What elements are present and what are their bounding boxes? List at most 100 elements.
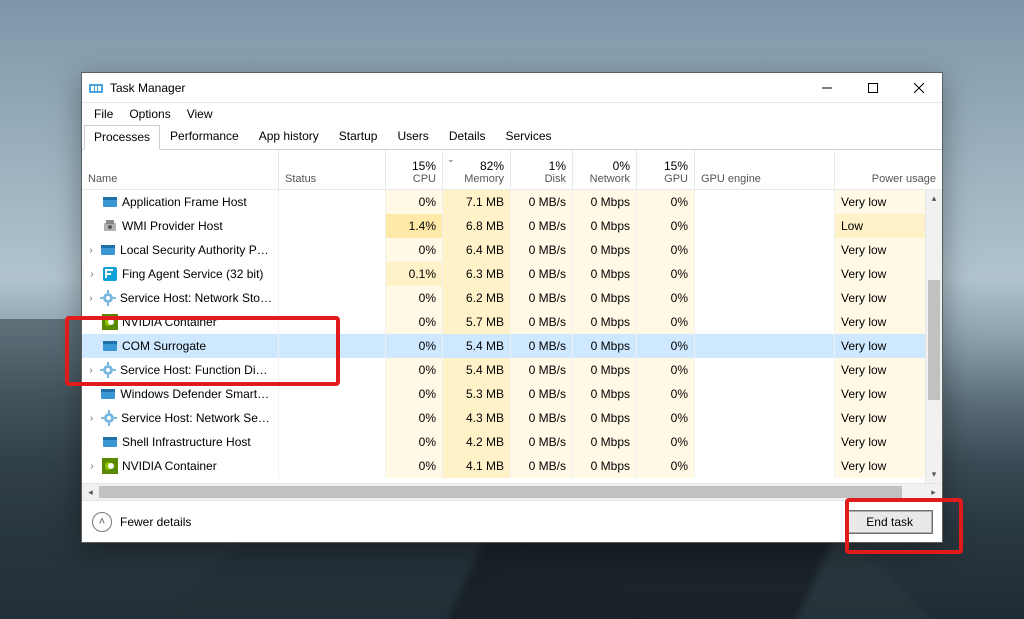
process-name: Service Host: Network Service [121, 411, 272, 425]
header-power-usage[interactable]: Power usage [835, 150, 942, 189]
expand-icon[interactable]: › [86, 461, 98, 472]
cell-gpu: 0% [637, 454, 695, 478]
cell-cpu: 0% [386, 286, 443, 310]
table-row[interactable]: NVIDIA Container0%5.7 MB0 MB/s0 Mbps0%Ve… [82, 310, 942, 334]
menu-file[interactable]: File [88, 105, 119, 123]
process-name: Windows Defender SmartScreen [120, 387, 272, 401]
cell-memory: 4.1 MB [443, 454, 511, 478]
tab-services[interactable]: Services [496, 124, 562, 149]
cell-network: 0 Mbps [573, 334, 637, 358]
cell-gpu: 0% [637, 382, 695, 406]
table-row[interactable]: COM Surrogate0%5.4 MB0 MB/s0 Mbps0%Very … [82, 334, 942, 358]
fewer-details-label: Fewer details [120, 515, 191, 529]
table-row[interactable]: WMI Provider Host1.4%6.8 MB0 MB/s0 Mbps0… [82, 214, 942, 238]
table-row[interactable]: ›Local Security Authority Process...0%6.… [82, 238, 942, 262]
expand-icon[interactable]: › [86, 245, 96, 256]
header-gpu[interactable]: 15%GPU [637, 150, 695, 189]
cell-cpu: 0.1% [386, 262, 443, 286]
process-icon [100, 290, 116, 306]
vertical-scrollbar[interactable]: ▴ ▾ [925, 190, 942, 483]
table-row[interactable]: Shell Infrastructure Host0%4.2 MB0 MB/s0… [82, 430, 942, 454]
header-gpu-engine[interactable]: GPU engine [695, 150, 835, 189]
cell-cpu: 1.4% [386, 214, 443, 238]
cell-disk: 0 MB/s [511, 382, 573, 406]
tab-startup[interactable]: Startup [329, 124, 388, 149]
process-icon [100, 242, 116, 258]
end-task-button[interactable]: End task [847, 511, 932, 533]
expand-icon[interactable]: › [86, 365, 96, 376]
process-icon [100, 386, 116, 402]
process-icon [100, 362, 116, 378]
cell-gpu-engine [695, 286, 835, 310]
cell-gpu-engine [695, 454, 835, 478]
tab-users[interactable]: Users [387, 124, 438, 149]
process-name: NVIDIA Container [122, 315, 217, 329]
process-icon [102, 266, 118, 282]
cell-cpu: 0% [386, 358, 443, 382]
hscroll-thumb[interactable] [99, 486, 902, 498]
cell-memory: 5.7 MB [443, 310, 511, 334]
scroll-down-icon[interactable]: ▾ [926, 466, 942, 483]
cell-gpu: 0% [637, 190, 695, 214]
cell-gpu: 0% [637, 238, 695, 262]
header-network[interactable]: 0%Network [573, 150, 637, 189]
cell-memory: 6.2 MB [443, 286, 511, 310]
scroll-thumb[interactable] [928, 280, 940, 400]
cell-disk: 0 MB/s [511, 262, 573, 286]
header-status[interactable]: Status [279, 150, 386, 189]
cell-disk: 0 MB/s [511, 406, 573, 430]
tab-performance[interactable]: Performance [160, 124, 249, 149]
table-row[interactable]: ›NVIDIA Container0%4.1 MB0 MB/s0 Mbps0%V… [82, 454, 942, 478]
cell-network: 0 Mbps [573, 238, 637, 262]
header-name[interactable]: Name [82, 150, 279, 189]
process-icon [102, 458, 118, 474]
horizontal-scrollbar[interactable]: ◂ ▸ [82, 483, 942, 500]
scroll-up-icon[interactable]: ▴ [926, 190, 942, 207]
cell-gpu: 0% [637, 214, 695, 238]
menu-view[interactable]: View [181, 105, 219, 123]
process-icon [102, 338, 118, 354]
cell-status [279, 238, 386, 262]
process-name: WMI Provider Host [122, 219, 223, 233]
cell-network: 0 Mbps [573, 286, 637, 310]
header-disk[interactable]: 1%Disk [511, 150, 573, 189]
table-row[interactable]: ›Service Host: Network Service0%4.3 MB0 … [82, 406, 942, 430]
cell-gpu-engine [695, 214, 835, 238]
maximize-button[interactable] [850, 73, 896, 103]
task-manager-window: Task Manager File Options View Processes… [81, 72, 943, 543]
cell-cpu: 0% [386, 406, 443, 430]
chevron-up-icon: ˄ [92, 512, 112, 532]
header-memory[interactable]: ⌄82%Memory [443, 150, 511, 189]
menu-options[interactable]: Options [123, 105, 176, 123]
table-row[interactable]: › Fing Agent Service (32 bit) 0.1%6.3 MB0 … [82, 262, 942, 286]
tab-app-history[interactable]: App history [249, 124, 329, 149]
window-title: Task Manager [110, 81, 185, 95]
cell-memory: 6.3 MB [443, 262, 511, 286]
process-icon [102, 434, 118, 450]
close-button[interactable] [896, 73, 942, 103]
menubar: File Options View [82, 103, 942, 124]
table-row[interactable]: ›Service Host: Function Discover...0%5.4… [82, 358, 942, 382]
expand-icon[interactable]: › [86, 413, 97, 424]
process-name: Fing Agent Service (32 bit) [122, 267, 263, 281]
table-row[interactable]: ›Service Host: Network Store Inte...0%6.… [82, 286, 942, 310]
table-row[interactable]: Windows Defender SmartScreen0%5.3 MB0 MB… [82, 382, 942, 406]
header-cpu[interactable]: 15%CPU [386, 150, 443, 189]
cell-memory: 5.4 MB [443, 358, 511, 382]
tab-processes[interactable]: Processes [84, 125, 160, 150]
cell-memory: 6.8 MB [443, 214, 511, 238]
cell-status [279, 334, 386, 358]
expand-icon[interactable]: › [86, 269, 98, 280]
cell-network: 0 Mbps [573, 358, 637, 382]
cell-status [279, 262, 386, 286]
expand-icon[interactable]: › [86, 293, 96, 304]
cell-cpu: 0% [386, 382, 443, 406]
table-row[interactable]: Application Frame Host0%7.1 MB0 MB/s0 Mb… [82, 190, 942, 214]
scroll-right-icon[interactable]: ▸ [925, 484, 942, 500]
tab-details[interactable]: Details [439, 124, 496, 149]
fewer-details-button[interactable]: ˄ Fewer details [92, 512, 191, 532]
scroll-left-icon[interactable]: ◂ [82, 484, 99, 500]
titlebar[interactable]: Task Manager [82, 73, 942, 103]
minimize-button[interactable] [804, 73, 850, 103]
cell-network: 0 Mbps [573, 430, 637, 454]
